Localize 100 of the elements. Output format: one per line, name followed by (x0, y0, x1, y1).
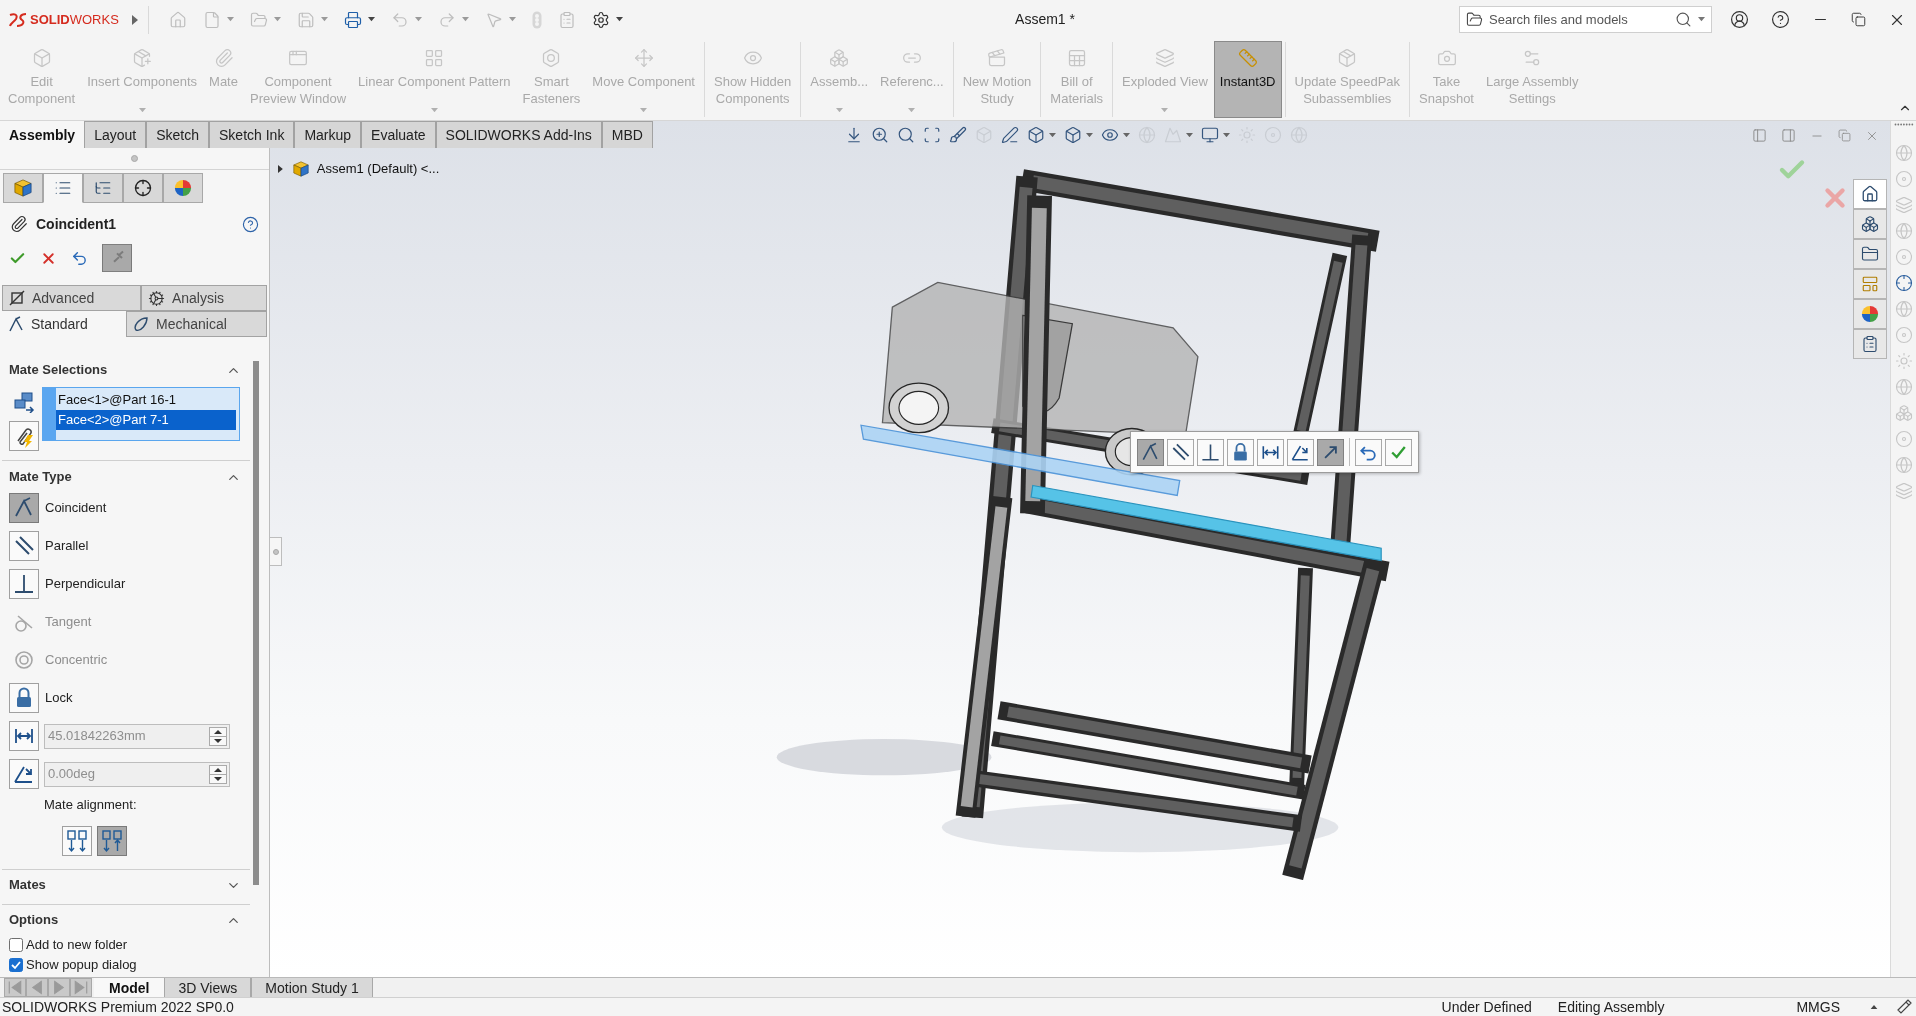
section-title: Mate Type (9, 468, 72, 487)
search-input[interactable]: Search files and models (1489, 8, 1669, 31)
command-tab[interactable]: Sketch (146, 121, 209, 148)
mate-tab[interactable]: Mechanical (126, 311, 267, 337)
tree-item[interactable]: Assem1 (Default) <... (316, 159, 440, 179)
mate-type-option[interactable]: Coincident (0, 489, 250, 527)
scrollbar-thumb[interactable] (253, 361, 259, 885)
aligned-arrows-icon[interactable] (62, 826, 92, 856)
paperclip-bolt-icon[interactable] (9, 421, 39, 451)
task-pane-tab[interactable] (1853, 329, 1887, 359)
undo-icon[interactable] (1355, 438, 1382, 466)
tree-icon[interactable] (94, 179, 112, 197)
mate-tab[interactable]: Advanced (2, 285, 141, 311)
caret-icon (509, 17, 516, 22)
cube-icon[interactable] (14, 179, 32, 197)
caret-icon (1123, 132, 1130, 138)
checkbox-label: Add to new folder (26, 936, 128, 955)
selection-item[interactable]: Face<2>@Part 7-1 (56, 410, 236, 430)
wedge-lines-icon (9, 493, 39, 523)
mate-type-option[interactable]: Perpendicular (0, 565, 250, 603)
task-pane-tab[interactable] (1853, 179, 1887, 209)
manager-tab[interactable] (123, 173, 163, 203)
zoom-fit-button[interactable] (871, 126, 889, 144)
model-tab[interactable]: Model (94, 978, 165, 997)
task-pane-tab[interactable] (1853, 209, 1887, 239)
command-tab[interactable]: MBD (601, 121, 653, 148)
caret-icon (1186, 132, 1193, 138)
redo-icon (438, 10, 456, 29)
section-view-button[interactable] (949, 126, 967, 144)
home-icon (169, 10, 187, 29)
expand-arrow-icon[interactable] (132, 14, 138, 25)
grip-dots-icon[interactable] (1893, 123, 1914, 126)
checkbox[interactable] (9, 958, 23, 972)
search-field[interactable]: Search files and models (1459, 6, 1712, 33)
search-icon[interactable] (1675, 11, 1692, 28)
pencil-icon[interactable] (1896, 999, 1912, 1015)
grip-dot-icon[interactable] (131, 155, 138, 162)
mate-type-option[interactable]: Lock (0, 679, 250, 717)
manager-tab[interactable] (3, 173, 43, 203)
caret-icon (274, 17, 281, 22)
help-icon[interactable] (1771, 10, 1790, 29)
annotation-button[interactable] (1001, 126, 1019, 144)
crosshair-icon[interactable] (1894, 274, 1913, 292)
view-settings-button[interactable] (1201, 126, 1230, 144)
caret-up-icon[interactable] (1870, 1004, 1878, 1010)
command-tab[interactable]: Sketch Ink (209, 121, 295, 148)
selection-list[interactable]: Face<1>@Part 16-1 Face<2>@Part 7-1 (42, 387, 240, 441)
restore-icon[interactable] (1851, 12, 1866, 27)
command-tab[interactable]: SOLIDWORKS Add-Ins (435, 121, 602, 148)
home-icon (1861, 185, 1879, 203)
caret-icon (138, 107, 146, 112)
caret-icon (1698, 17, 1705, 22)
task-pane-tab[interactable] (1853, 239, 1887, 269)
eye-icon (1101, 126, 1119, 144)
task-pane-tab[interactable] (1853, 299, 1887, 329)
checkbox[interactable] (9, 938, 23, 952)
model-tab[interactable]: 3D Views (164, 978, 252, 997)
view-orientation-button[interactable] (1027, 126, 1056, 144)
color-ball-icon[interactable] (174, 179, 192, 197)
manager-tab[interactable] (163, 173, 203, 203)
selection-item[interactable]: Face<1>@Part 16-1 (56, 390, 236, 410)
previous-view-button[interactable] (923, 126, 941, 144)
zoom-area-button[interactable] (897, 126, 915, 144)
ribbon-button[interactable]: Instant3D (1213, 41, 1282, 118)
normal-to-button[interactable] (845, 126, 863, 144)
mate-type-option[interactable]: Parallel (0, 527, 250, 565)
check-icon[interactable] (1385, 438, 1412, 466)
arrow-down-icon (845, 126, 863, 144)
units-text[interactable]: MMGS (1796, 996, 1840, 1016)
command-tab[interactable]: Evaluate (361, 121, 436, 148)
lock-icon[interactable] (1227, 438, 1254, 466)
perpendicular-icon[interactable] (1197, 438, 1224, 466)
boxes-icon (1861, 215, 1879, 233)
mate-tab[interactable]: Analysis (140, 285, 267, 311)
help-icon[interactable] (242, 215, 259, 233)
display-style-button[interactable] (1064, 126, 1093, 144)
cube-icon (1064, 126, 1082, 144)
opposed-arrows-icon[interactable] (97, 826, 127, 856)
caret-icon (430, 107, 438, 112)
caret-icon (321, 17, 328, 22)
hide-show-button[interactable] (1101, 126, 1130, 144)
panel-collapse-handle[interactable] (270, 537, 282, 566)
layers-icon (1154, 48, 1175, 68)
section-title: Mate Selections (9, 361, 108, 380)
undo-icon[interactable] (71, 249, 88, 267)
command-tab[interactable]: Assembly (0, 121, 85, 148)
box-icon (31, 48, 52, 68)
section-title: Mates (9, 876, 46, 895)
parallel-lines-icon[interactable] (1167, 438, 1194, 466)
model-tab[interactable]: Motion Study 1 (251, 978, 373, 997)
user-icon[interactable] (1730, 10, 1749, 29)
panel-title: Coincident1 (36, 214, 117, 234)
command-tab[interactable]: Layout (84, 121, 147, 148)
command-tab[interactable]: Markup (294, 121, 362, 148)
package-plus-icon (132, 48, 153, 68)
expand-arrow-icon[interactable] (278, 164, 283, 173)
document-icon (203, 10, 221, 29)
open-folder-icon (250, 10, 268, 29)
crosshair-icon[interactable] (134, 179, 152, 197)
list-icon[interactable] (54, 179, 72, 197)
